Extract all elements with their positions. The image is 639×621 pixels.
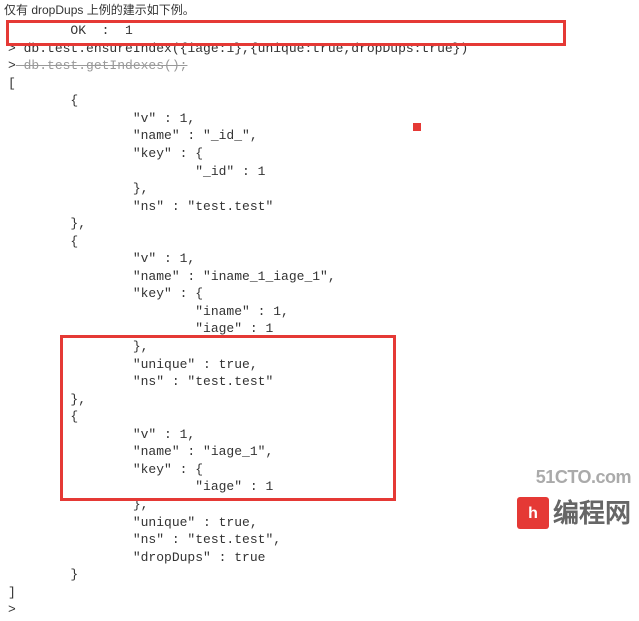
- json-output-body: [ { "v" : 1, "name" : "_id_", "key" : { …: [8, 76, 336, 600]
- shell-prompt-final: >: [8, 602, 16, 617]
- red-square-marker: [413, 123, 421, 131]
- watermark-bianchengwang: h 编程网: [517, 496, 631, 531]
- cropped-header-text: 仅有 dropDups 上例的建示如下例。: [0, 0, 639, 20]
- watermark-logo-icon: h: [517, 497, 549, 529]
- watermark-51cto: 51CTO.com: [536, 465, 631, 489]
- shell-prompt: >: [8, 58, 16, 73]
- struck-command: db.test.getIndexes();: [16, 58, 188, 73]
- watermark-cn-text: 编程网: [553, 496, 631, 531]
- ok-line: OK : 1: [8, 23, 133, 38]
- command-line: db.test.ensureIndex({iage:1},{unique:tru…: [16, 41, 468, 56]
- shell-prompt: >: [8, 41, 16, 56]
